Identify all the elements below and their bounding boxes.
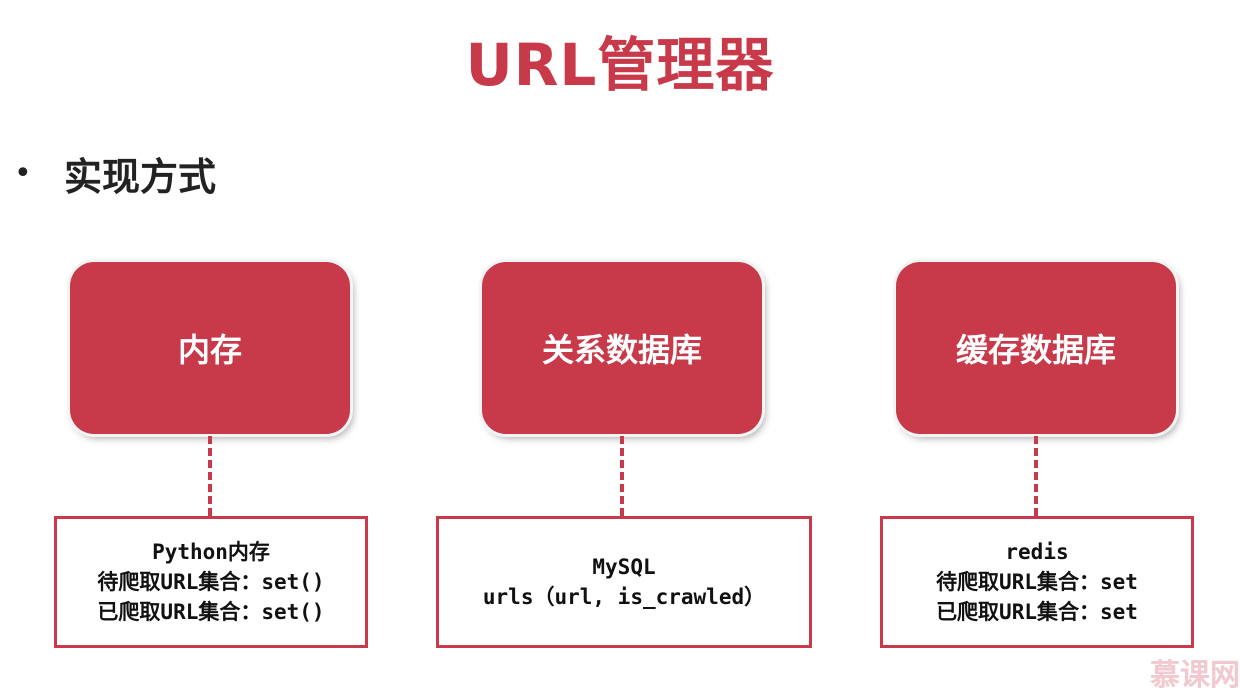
node-cache-db: 缓存数据库 xyxy=(896,262,1176,434)
detail-line: redis xyxy=(1005,540,1069,564)
detail-line: 待爬取URL集合：set() xyxy=(97,570,325,594)
detail-cache-db: redis 待爬取URL集合：set 已爬取URL集合：set xyxy=(880,516,1194,648)
detail-line: urls（url, is_crawled） xyxy=(482,585,766,609)
bullet-item: • 实现方式 xyxy=(14,146,216,201)
node-label: 缓存数据库 xyxy=(955,331,1116,369)
page-title: URL管理器 xyxy=(465,31,775,99)
node-memory: 内存 xyxy=(70,262,350,434)
detail-line: 待爬取URL集合：set xyxy=(936,570,1138,594)
dashed-connector xyxy=(1034,436,1038,516)
detail-line: 已爬取URL集合：set() xyxy=(97,600,325,624)
node-relational-db: 关系数据库 xyxy=(482,262,762,434)
detail-memory: Python内存 待爬取URL集合：set() 已爬取URL集合：set() xyxy=(54,516,368,648)
detail-line: 已爬取URL集合：set xyxy=(936,600,1138,624)
bullet-icon: • xyxy=(14,156,32,191)
watermark-logo: 慕课网 xyxy=(1150,658,1240,693)
node-label: 内存 xyxy=(177,331,242,369)
detail-relational-db: MySQL urls（url, is_crawled） xyxy=(436,516,812,648)
dashed-connector xyxy=(620,436,624,516)
bullet-text: 实现方式 xyxy=(64,155,217,199)
detail-line: Python内存 xyxy=(152,540,270,564)
detail-line: MySQL xyxy=(592,555,656,579)
dashed-connector xyxy=(208,436,212,516)
node-label: 关系数据库 xyxy=(541,331,702,369)
